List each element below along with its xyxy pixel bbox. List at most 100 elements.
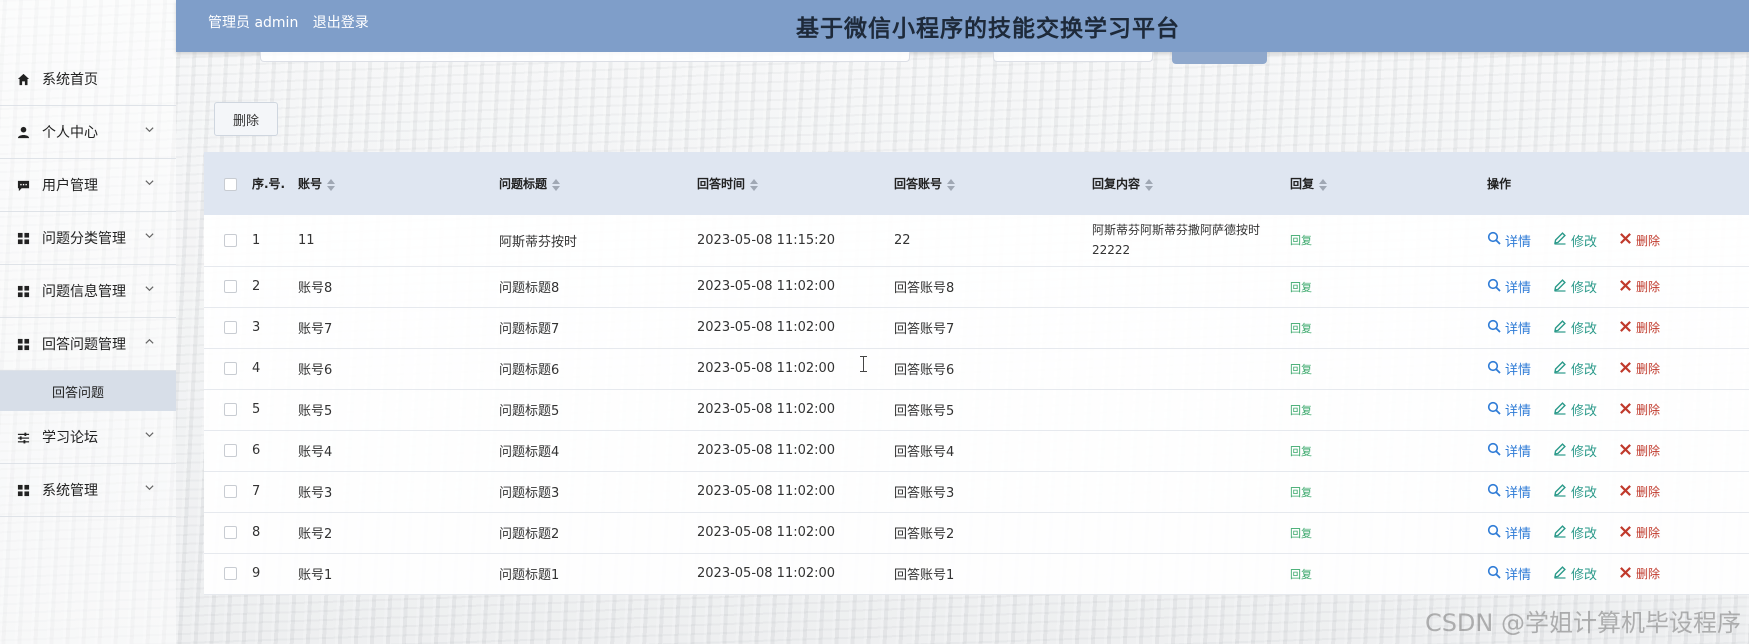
sidebar-item-1[interactable]: 个人中心 (0, 106, 176, 159)
search-icon (1487, 565, 1505, 583)
sidebar-item-7[interactable]: 系统管理 (0, 464, 176, 517)
delete-button[interactable]: 删除 (1619, 319, 1660, 336)
table-row[interactable]: 6 账号4 问题标题4 2023-05-08 11:02:00 回答账号4 回复 详情 修改 删… (204, 430, 1749, 471)
edit-label: 修改 (1571, 445, 1598, 460)
edit-button[interactable]: 修改 (1553, 523, 1597, 542)
detail-label: 详情 (1505, 234, 1532, 250)
search-button[interactable] (1172, 52, 1267, 64)
detail-button[interactable]: 详情 (1487, 277, 1531, 296)
search-input[interactable] (260, 52, 910, 62)
sidebar-item-4[interactable]: 问题信息管理 (0, 265, 176, 318)
sidebar-item-2[interactable]: 用户管理 (0, 159, 176, 212)
table-row[interactable]: 4 账号6 问题标题6 2023-05-08 11:02:00 回答账号6 回复 详情 修改删… (204, 348, 1749, 389)
detail-button[interactable]: 详情 (1487, 231, 1531, 250)
edit-button[interactable]: 修改 (1553, 400, 1597, 419)
sort-icon[interactable] (552, 178, 561, 191)
detail-label: 详情 (1505, 363, 1532, 378)
cell-index: 2 (252, 279, 261, 294)
reply-link[interactable]: 回复 (1290, 281, 1312, 294)
detail-button[interactable]: 详情 (1487, 523, 1531, 542)
sidebar-item-3[interactable]: 问题分类管理 (0, 212, 176, 265)
search-input-2[interactable] (993, 52, 1153, 62)
detail-button[interactable]: 详情 (1487, 359, 1531, 378)
cell-index: 4 (252, 361, 261, 376)
search-icon (1487, 483, 1505, 501)
delete-label: 删除 (1636, 444, 1661, 458)
cell-index: 7 (252, 484, 261, 499)
row-checkbox[interactable] (224, 403, 237, 416)
row-checkbox[interactable] (224, 567, 237, 580)
table-row[interactable]: 9 账号1 问题标题1 2023-05-08 11:02:00 回答账号1 回复 详情 修改 删… (204, 553, 1749, 594)
text-cursor (860, 356, 869, 372)
row-checkbox[interactable] (224, 280, 237, 293)
chevron-down-icon (144, 124, 156, 136)
detail-button[interactable]: 详情 (1487, 482, 1531, 501)
reply-link[interactable]: 回复 (1290, 322, 1312, 335)
delete-button[interactable]: 删除 (1619, 565, 1660, 582)
sort-icon[interactable] (327, 178, 336, 191)
reply-link[interactable]: 回复 (1290, 234, 1312, 247)
sort-icon[interactable] (1145, 178, 1154, 191)
row-checkbox[interactable] (224, 362, 237, 375)
sidebar-item-6[interactable]: 学习论坛 (0, 411, 176, 464)
select-all-checkbox[interactable] (224, 177, 237, 191)
table-row[interactable]: 1 11 阿斯蒂芬按时 2023-05-08 11:15:20 22 阿斯蒂芬阿斯蒂芬撒阿… (204, 215, 1749, 266)
detail-button[interactable]: 详情 (1487, 441, 1531, 460)
detail-button[interactable]: 详情 (1487, 400, 1531, 419)
sort-icon[interactable] (750, 178, 759, 191)
detail-button[interactable]: 详情 (1487, 318, 1531, 337)
reply-link[interactable]: 回复 (1290, 363, 1312, 376)
delete-button[interactable]: 删除 (1619, 401, 1660, 418)
sidebar: 系统首页 个人中心 用户管理 问题分类管理 问题信息管理 回答问题管理 回答问题 学习论坛系统… (0, 0, 176, 644)
row-checkbox[interactable] (224, 233, 237, 247)
row-checkbox[interactable] (224, 526, 237, 539)
delete-button[interactable]: 删除 (1619, 360, 1660, 377)
edit-button[interactable]: 修改 (1553, 441, 1597, 460)
logout-link[interactable]: 退出登录 (313, 15, 369, 31)
table-row[interactable]: 8 账号2 问题标题2 2023-05-08 11:02:00 回答账号2 回复 详情 修改 删… (204, 512, 1749, 553)
column-header-index: 序.号. (252, 176, 286, 191)
edit-button[interactable]: 修改 (1553, 359, 1597, 378)
cell-index: 9 (252, 566, 261, 581)
edit-button[interactable]: 修改 (1553, 231, 1597, 250)
sort-icon[interactable] (1319, 178, 1328, 191)
sidebar-item-0[interactable]: 系统首页 (0, 53, 176, 106)
grid-icon (16, 483, 30, 497)
cell-account: 账号7 (298, 322, 333, 337)
edit-button[interactable]: 修改 (1553, 482, 1597, 501)
table-row[interactable]: 3 账号7 问题标题7 2023-05-08 11:02:00 回答账号7 回复 详情 修改 删… (204, 307, 1749, 348)
delete-button[interactable]: 删除 (1619, 483, 1660, 500)
submenu-item-answer[interactable]: 回答问题 (0, 371, 176, 411)
reply-link[interactable]: 回复 (1290, 404, 1312, 417)
close-icon (1619, 279, 1636, 295)
table-row[interactable]: 5 账号5 问题标题5 2023-05-08 11:02:00 回答账号5 回复 详情 修改 删… (204, 389, 1749, 430)
sidebar-item-label: 系统管理 (42, 483, 98, 499)
row-checkbox[interactable] (224, 444, 237, 457)
delete-label: 删除 (1636, 280, 1661, 294)
edit-button[interactable]: 修改 (1553, 277, 1597, 296)
edit-button[interactable]: 修改 (1553, 318, 1597, 337)
delete-button[interactable]: 删除 (1619, 442, 1660, 459)
batch-delete-button[interactable]: 删除 (214, 102, 278, 136)
reply-link[interactable]: 回复 (1290, 445, 1312, 458)
top-header: 管理员 admin 退出登录 基于微信小程序的技能交换学习平台 (176, 0, 1749, 52)
edit-icon (1553, 231, 1571, 249)
delete-button[interactable]: 删除 (1619, 232, 1660, 249)
row-checkbox[interactable] (224, 485, 237, 498)
sort-icon[interactable] (947, 178, 956, 191)
detail-button[interactable]: 详情 (1487, 564, 1531, 583)
table-row[interactable]: 2 账号8 问题标题8 2023-05-08 11:02:00 回答账号8 回复 详情 修改 删… (204, 266, 1749, 307)
cell-index: 3 (252, 320, 261, 335)
delete-button[interactable]: 删除 (1619, 524, 1660, 541)
delete-button[interactable]: 删除 (1619, 278, 1660, 295)
table-header-row: 序.号. 账号 问题标题 回答时间 回答账号 回复内容 回复 操作 (204, 152, 1749, 215)
edit-button[interactable]: 修改 (1553, 564, 1597, 583)
table-row[interactable]: 7 账号3 问题标题3 2023-05-08 11:02:00 回答账号3 回复 详情 修改 删… (204, 471, 1749, 512)
reply-link[interactable]: 回复 (1290, 527, 1312, 540)
reply-link[interactable]: 回复 (1290, 568, 1312, 581)
row-checkbox[interactable] (224, 321, 237, 334)
edit-icon (1553, 565, 1571, 583)
sidebar-item-5[interactable]: 回答问题管理 (0, 318, 176, 371)
reply-link[interactable]: 回复 (1290, 486, 1312, 499)
cell-account: 账号4 (298, 445, 333, 460)
